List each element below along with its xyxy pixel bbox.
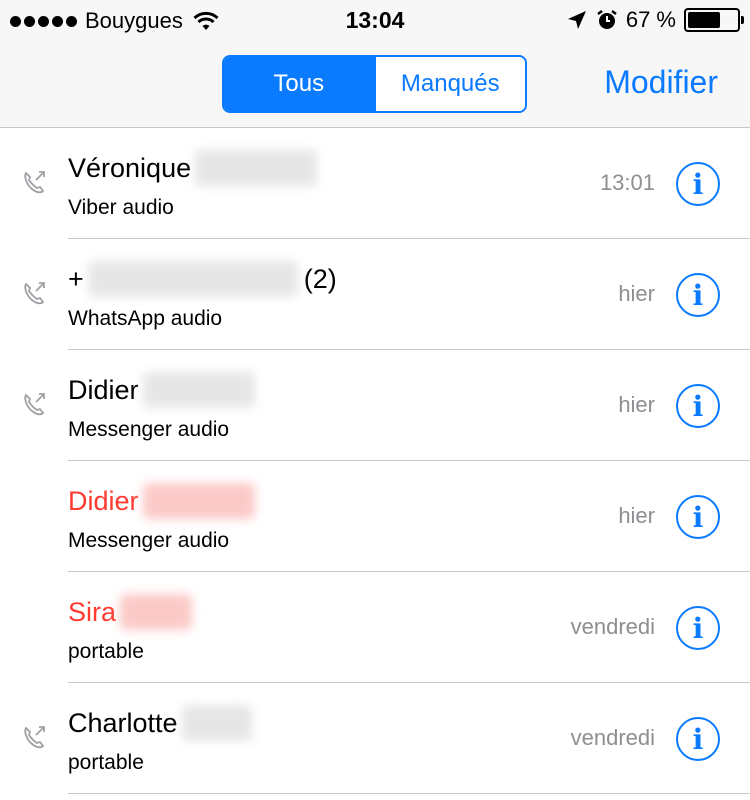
call-row[interactable]: Charlotte portable vendredi i [0,683,750,794]
outgoing-call-icon [24,282,45,305]
contact-name: Sira [68,594,193,630]
outgoing-call-icon [24,393,45,416]
call-time: hier [618,392,655,417]
contact-first-name: Didier [68,374,139,405]
call-time: 13:01 [599,170,655,195]
call-time: hier [618,281,655,306]
segment-all[interactable]: Tous [224,57,374,111]
phone-prefix: + [68,263,84,294]
contact-name: Véronique [68,150,318,186]
call-type: WhatsApp audio [68,307,223,330]
filter-segmented-control: Tous Manqués [222,55,527,113]
nav-bar: Tous Manqués Modifier [0,40,750,128]
contact-name: Charlotte [68,705,252,741]
contact-first-name: Didier [68,485,139,516]
call-row[interactable]: Véronique Viber audio 13:01 i [0,128,750,239]
call-type: Viber audio [68,196,174,219]
redacted-surname [181,705,252,741]
outgoing-call-icon [24,171,45,194]
contact-name: + (2) [68,261,337,297]
info-button[interactable]: i [676,273,720,317]
info-button[interactable]: i [676,495,720,539]
redacted-number [87,261,298,297]
call-type: Messenger audio [68,529,230,552]
call-time: hier [618,503,655,528]
call-count: (2) [303,263,337,294]
call-row[interactable]: Didier Messenger audio hier i [0,350,750,461]
call-time: vendredi [570,614,655,639]
call-row[interactable]: Didier Messenger audio hier i [0,461,750,572]
info-button[interactable]: i [676,606,720,650]
location-arrow-icon [567,11,586,29]
call-type: portable [68,751,144,774]
recent-calls-list: Véronique Viber audio 13:01 i + (2) What… [0,128,750,794]
call-row[interactable]: + (2) WhatsApp audio hier i [0,239,750,350]
call-time: vendredi [570,725,655,750]
redacted-surname [195,150,318,186]
battery-percent: 67 % [625,7,676,32]
outgoing-call-icon [24,726,45,749]
call-type: portable [68,640,144,663]
redacted-surname [120,594,193,630]
status-right: 67 % [566,7,744,33]
alarm-clock-icon [597,10,617,29]
segment-missed[interactable]: Manqués [373,57,525,111]
contact-name: Didier [68,372,255,408]
edit-button[interactable]: Modifier [604,64,718,101]
info-button[interactable]: i [676,717,720,761]
contact-first-name: Véronique [68,152,192,183]
contact-first-name: Charlotte [68,707,178,738]
redacted-surname [142,372,255,408]
redacted-surname [142,483,255,519]
call-type: Messenger audio [68,418,230,441]
status-bar: Bouygues 13:04 67 % [0,0,750,40]
info-button[interactable]: i [676,384,720,428]
contact-name: Didier [68,483,255,519]
battery-icon [684,8,744,32]
call-row[interactable]: Sira portable vendredi i [0,572,750,683]
info-button[interactable]: i [676,162,720,206]
contact-first-name: Sira [68,596,117,627]
battery-fill [688,12,721,28]
